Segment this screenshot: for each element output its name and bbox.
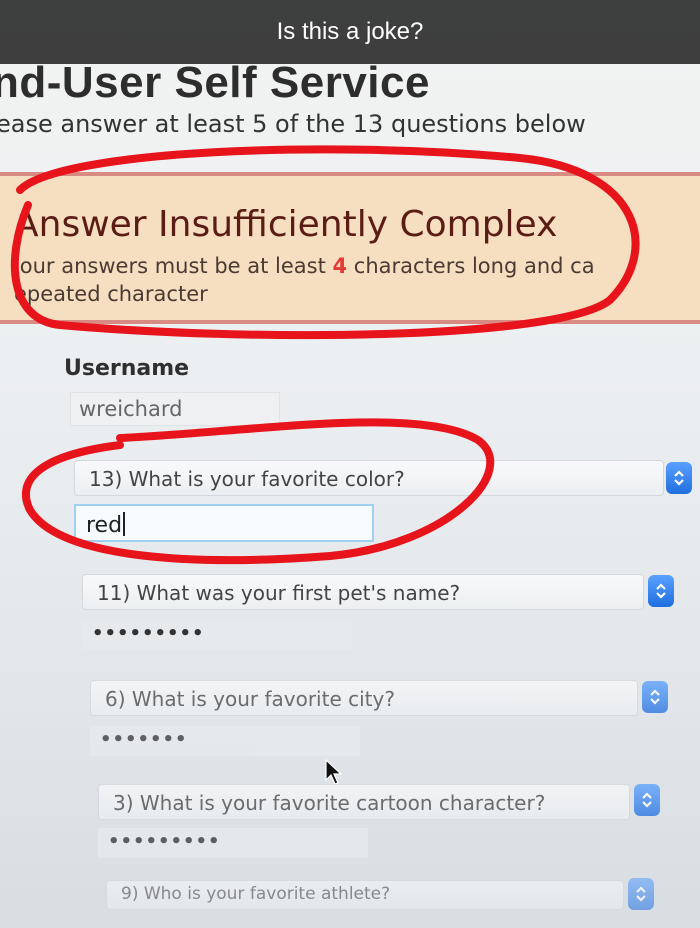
- username-field[interactable]: wreichard: [70, 392, 280, 426]
- error-message-part: 'our answers must be at least: [14, 254, 333, 278]
- text-cursor: [123, 512, 126, 536]
- question-select[interactable]: 13) What is your favorite color?: [74, 460, 664, 496]
- masked-answer-input[interactable]: •••••••••: [82, 620, 352, 650]
- answer-input[interactable]: red: [74, 504, 374, 542]
- chevron-up-down-icon[interactable]: [642, 681, 668, 713]
- question-select[interactable]: 9) Who is your favorite athlete?: [106, 880, 624, 910]
- snap-caption: Is this a joke?: [0, 0, 700, 64]
- masked-answer-input[interactable]: •••••••••: [98, 828, 368, 858]
- question-select[interactable]: 3) What is your favorite cartoon charact…: [98, 784, 630, 820]
- error-message-part: characters long and ca: [347, 254, 595, 278]
- question-select[interactable]: 6) What is your favorite city?: [90, 680, 638, 716]
- page-title: nd-User Self Service: [0, 58, 430, 107]
- error-title: Answer Insufficiently Complex: [14, 204, 558, 245]
- chevron-up-down-icon[interactable]: [628, 878, 654, 910]
- error-message-line2: epeated character: [14, 282, 208, 306]
- error-min-length: 4: [332, 254, 348, 278]
- error-message: 'our answers must be at least 4 characte…: [14, 252, 700, 308]
- chevron-up-down-icon[interactable]: [666, 462, 692, 494]
- chevron-up-down-icon[interactable]: [648, 575, 674, 607]
- username-label: Username: [64, 356, 190, 381]
- answer-text: red: [86, 513, 123, 538]
- error-alert: Answer Insufficiently Complex 'our answe…: [0, 172, 700, 324]
- chevron-up-down-icon[interactable]: [634, 784, 660, 816]
- page-subtitle: ease answer at least 5 of the 13 questio…: [0, 110, 586, 138]
- masked-answer-input[interactable]: •••••••: [90, 726, 360, 756]
- question-select[interactable]: 11) What was your first pet's name?: [82, 574, 644, 610]
